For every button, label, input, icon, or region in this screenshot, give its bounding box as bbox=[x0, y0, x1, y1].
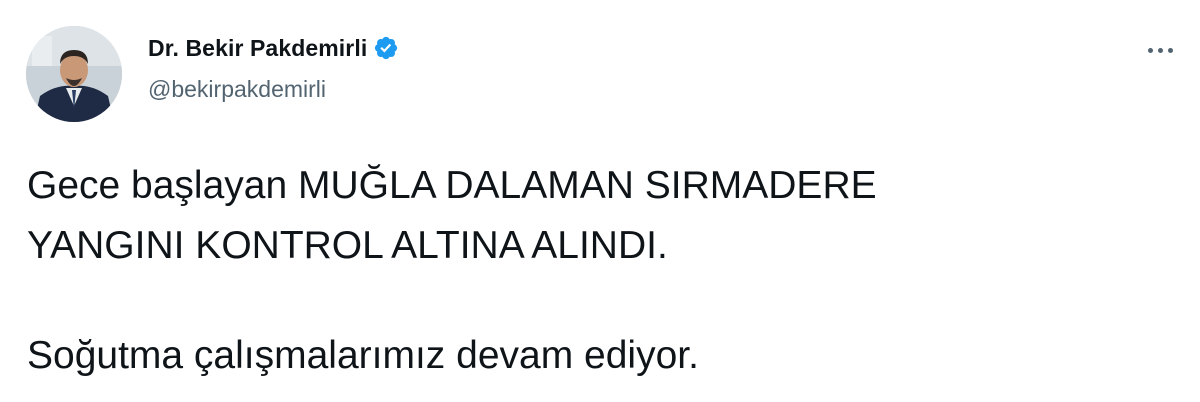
avatar-photo bbox=[26, 26, 122, 122]
author-name-row: Dr. Bekir Pakdemirli bbox=[148, 33, 399, 63]
avatar[interactable] bbox=[26, 26, 122, 122]
dot bbox=[1157, 47, 1163, 53]
tweet-text-line: Gece başlayan MUĞLA DALAMAN SIRMADERE bbox=[27, 164, 877, 207]
verified-badge-icon bbox=[375, 36, 398, 60]
tweet-card: Dr. Bekir Pakdemirli @bekirpakdemirli Ge… bbox=[0, 0, 1200, 402]
dot bbox=[1167, 47, 1173, 53]
tweet-text-line: Soğutma çalışmalarımız devam ediyor. bbox=[27, 334, 699, 377]
author-handle[interactable]: @bekirpakdemirli bbox=[148, 76, 326, 103]
tweet-text-line: YANGINI KONTROL ALTINA ALINDI. bbox=[27, 224, 668, 267]
more-options-icon[interactable] bbox=[1140, 38, 1180, 62]
dot bbox=[1147, 47, 1153, 53]
author-display-name[interactable]: Dr. Bekir Pakdemirli bbox=[148, 35, 367, 62]
